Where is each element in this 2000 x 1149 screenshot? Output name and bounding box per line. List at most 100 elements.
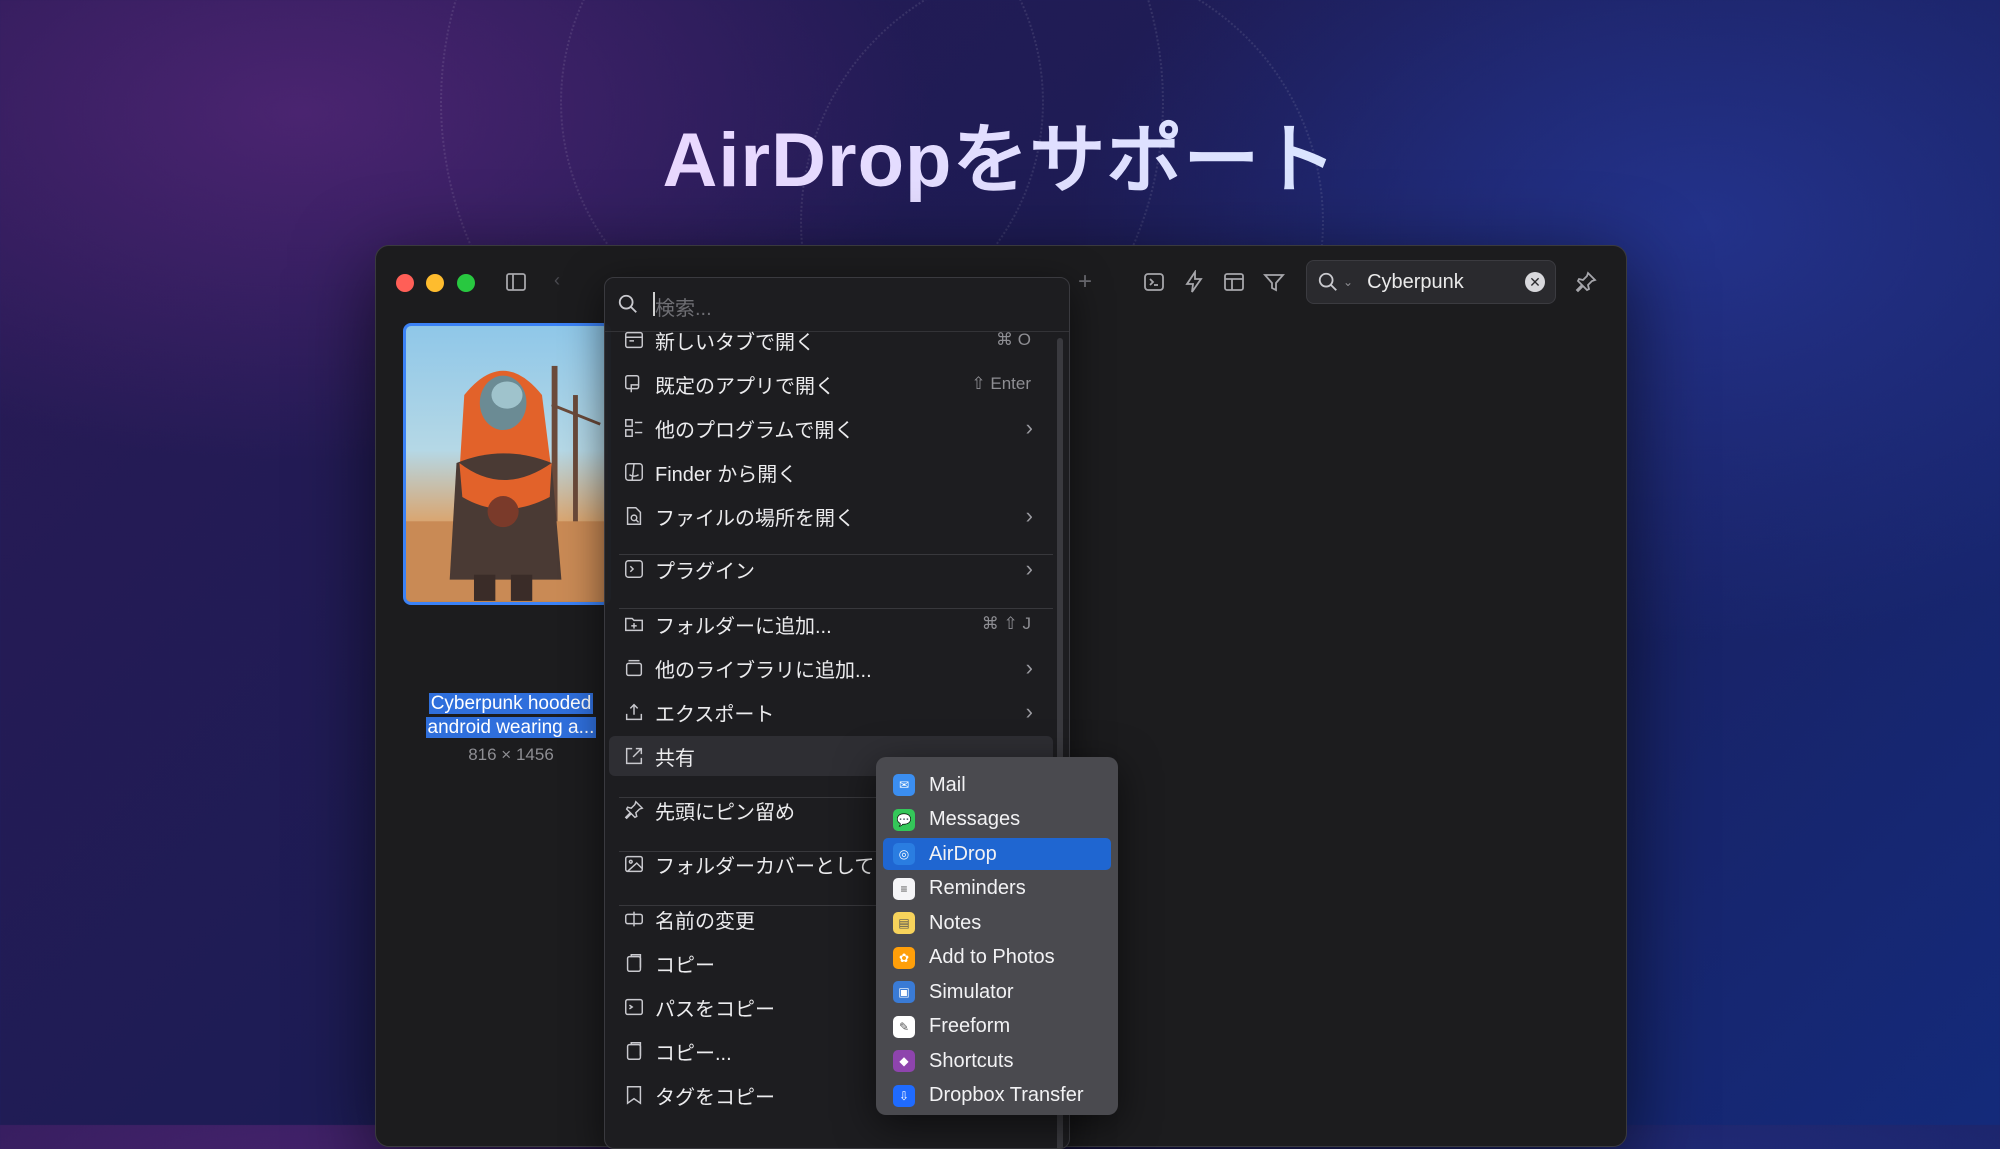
- menu-item-grid[interactable]: 他のプログラムで開く ›: [609, 408, 1053, 448]
- sidebar-toggle-button[interactable]: [498, 264, 534, 300]
- share-item-dropbox-transfer[interactable]: ⇩ Dropbox Transfer: [883, 1080, 1111, 1112]
- search-dropdown-icon[interactable]: ⌄: [1343, 275, 1353, 289]
- share-item-label: Shortcuts: [929, 1049, 1014, 1072]
- chevron-right-icon: ›: [1025, 415, 1033, 440]
- hero-title: AirDropをサポート: [0, 98, 2000, 208]
- airdrop-app-icon: ◎: [893, 843, 915, 865]
- share-item-label: Freeform: [929, 1015, 1011, 1037]
- menu-item-label: 既定のアプリで開く: [655, 375, 835, 398]
- menu-item-label: エクスポート: [655, 703, 775, 726]
- sidebar-icon: [506, 273, 526, 291]
- lightning-icon: [1185, 270, 1203, 293]
- chevron-right-icon: ›: [1025, 699, 1033, 724]
- menu-item-label: プラグイン: [655, 560, 755, 583]
- image-dimensions: 816 × 1456: [468, 745, 554, 764]
- reminders-app-icon: ≡: [893, 877, 915, 900]
- actions-button[interactable]: [1176, 264, 1212, 300]
- menu-item-new-tab[interactable]: 新しいタブで開く ⌘ O: [609, 320, 1053, 360]
- share-submenu: ✉ Mail 💬 Messages ◎ AirDrop ≡ Reminders ▤ Notes ✿ A…: [876, 757, 1118, 1115]
- close-window-button[interactable]: [396, 274, 414, 292]
- search-icon: [618, 294, 637, 313]
- share-item-freeform[interactable]: ✎ Freeform: [883, 1011, 1111, 1043]
- filter-button[interactable]: [1256, 264, 1292, 300]
- simulator-app-icon: ▣: [893, 981, 915, 1003]
- file-search-icon: [621, 503, 647, 529]
- layout-button[interactable]: [1216, 264, 1252, 300]
- shortcuts-app-icon: ◆: [893, 1050, 915, 1072]
- dropbox-transfer-app-icon: ⇩: [893, 1084, 915, 1107]
- share-item-reminders[interactable]: ≡ Reminders: [883, 873, 1111, 905]
- pin-icon: [621, 797, 647, 823]
- pin-icon: [1575, 271, 1597, 293]
- share-item-airdrop[interactable]: ◎ AirDrop: [883, 838, 1111, 870]
- menu-item-label: Finder から開く: [655, 463, 798, 486]
- menu-item-export[interactable]: エクスポート ›: [609, 692, 1053, 732]
- share-item-add-to-photos[interactable]: ✿ Add to Photos: [883, 942, 1111, 974]
- export-icon: [621, 699, 647, 725]
- chevron-right-icon: ›: [1025, 655, 1033, 680]
- new-tab-icon: [621, 327, 647, 353]
- grid-icon: [621, 415, 647, 441]
- menu-separator: [619, 608, 1053, 609]
- copy-icon: [621, 1038, 647, 1064]
- freeform-app-icon: ✎: [893, 1015, 915, 1038]
- finder-icon: [621, 459, 647, 485]
- share-item-simulator[interactable]: ▣ Simulator: [883, 976, 1111, 1008]
- menu-separator: [619, 554, 1053, 555]
- share-item-label: Simulator: [929, 980, 1014, 1003]
- menu-item-folder-add[interactable]: フォルダーに追加... ⌘ ⇧ J: [609, 604, 1053, 644]
- search-field[interactable]: ⌄ Cyberpunk ✕: [1306, 260, 1556, 304]
- menu-item-library[interactable]: 他のライブラリに追加... ›: [609, 648, 1053, 688]
- share-item-notes[interactable]: ▤ Notes: [883, 907, 1111, 939]
- caption-line-1: Cyberpunk hooded: [428, 693, 594, 714]
- menu-item-label: フォルダーに追加...: [655, 615, 832, 638]
- menu-item-open-app[interactable]: 既定のアプリで開く ⇧ Enter: [609, 364, 1053, 404]
- zoom-window-button[interactable]: [457, 274, 475, 292]
- notes-app-icon: ▤: [893, 912, 915, 934]
- terminal-button[interactable]: [1136, 264, 1172, 300]
- search-query[interactable]: Cyberpunk: [1367, 271, 1525, 294]
- menu-item-label: 他のライブラリに追加...: [655, 659, 872, 682]
- menu-item-label: 他のプログラムで開く: [655, 419, 855, 442]
- messages-app-icon: 💬: [893, 808, 915, 831]
- menu-item-file-search[interactable]: ファイルの場所を開く ›: [609, 496, 1053, 536]
- share-item-label: Mail: [929, 773, 966, 796]
- terminal-icon: [1144, 273, 1164, 291]
- back-icon[interactable]: ‹: [554, 270, 560, 291]
- folder-add-icon: [621, 611, 647, 637]
- add-to-photos-app-icon: ✿: [893, 946, 915, 969]
- chevron-right-icon: ›: [1025, 503, 1033, 528]
- share-item-mail[interactable]: ✉ Mail: [883, 769, 1111, 801]
- tag-icon: [621, 1082, 647, 1108]
- library-icon: [621, 655, 647, 681]
- menu-item-shortcut: ⇧ Enter: [971, 374, 1031, 393]
- chevron-right-icon: ›: [1025, 556, 1033, 581]
- thumbnail-image: [406, 365, 608, 601]
- menu-search-placeholder: 検索...: [655, 298, 712, 320]
- search-icon: [1318, 272, 1337, 291]
- image-thumbnail[interactable]: [403, 323, 611, 605]
- menu-item-label: ファイルの場所を開く: [655, 507, 855, 530]
- share-item-label: AirDrop: [929, 842, 997, 865]
- share-icon: [621, 743, 647, 769]
- share-item-label: Dropbox Transfer: [929, 1084, 1084, 1106]
- share-item-shortcuts[interactable]: ◆ Shortcuts: [883, 1045, 1111, 1077]
- pin-window-button[interactable]: [1568, 264, 1604, 300]
- menu-item-plugin[interactable]: プラグイン ›: [609, 549, 1053, 589]
- open-app-icon: [621, 371, 647, 397]
- share-item-messages[interactable]: 💬 Messages: [883, 804, 1111, 836]
- item-caption[interactable]: Cyberpunk hooded android wearing a...: [411, 692, 611, 740]
- share-item-label: Add to Photos: [929, 946, 1055, 968]
- path-icon: [621, 994, 647, 1020]
- plugin-icon: [621, 556, 647, 582]
- clear-search-icon[interactable]: ✕: [1525, 272, 1545, 292]
- add-tab-icon[interactable]: +: [1078, 268, 1092, 296]
- share-item-label: Messages: [929, 808, 1021, 830]
- share-item-label: Reminders: [929, 877, 1026, 899]
- menu-item-finder[interactable]: Finder から開く: [609, 452, 1053, 492]
- menu-item-shortcut: ⌘ O: [996, 330, 1031, 349]
- share-item-label: Notes: [929, 911, 982, 934]
- image-icon: [621, 851, 647, 877]
- rename-icon: [621, 906, 647, 932]
- minimize-window-button[interactable]: [426, 274, 444, 292]
